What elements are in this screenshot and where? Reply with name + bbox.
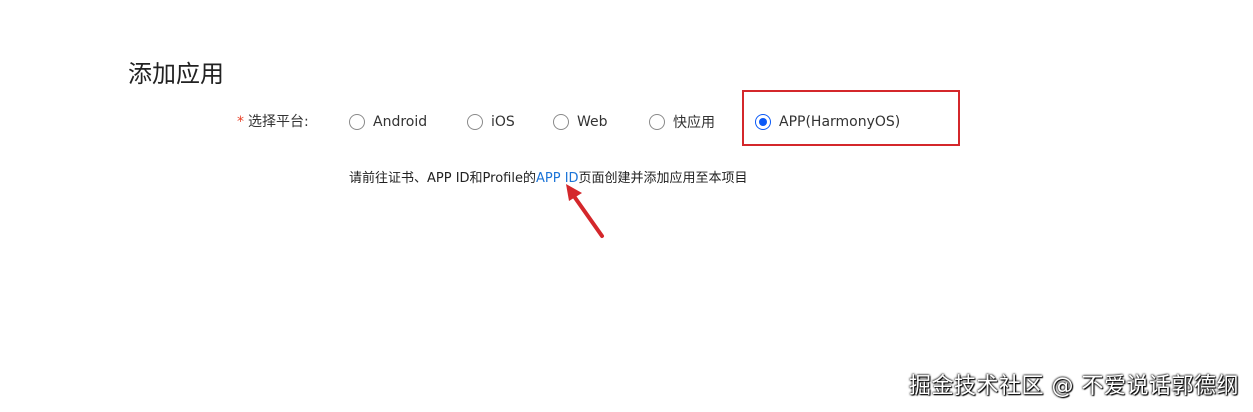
annotation-arrow-icon — [566, 184, 604, 238]
annotation-highlight-box — [742, 90, 960, 146]
radio-label: 快应用 — [673, 115, 715, 131]
radio-quickapp[interactable]: 快应用 — [649, 112, 715, 132]
radio-android[interactable]: Android — [349, 112, 427, 132]
radio-circle-icon — [649, 114, 665, 130]
platform-label: * 选择平台: — [237, 111, 309, 131]
watermark: 掘金技术社区 @ 不爱说话郭德纲 — [909, 374, 1239, 399]
radio-ios[interactable]: iOS — [467, 112, 515, 132]
radio-circle-icon — [349, 114, 365, 130]
radio-label: Web — [577, 114, 608, 130]
radio-label: Android — [373, 114, 428, 130]
radio-label: iOS — [491, 114, 515, 130]
radio-circle-icon — [467, 114, 483, 130]
required-mark: * — [237, 114, 244, 130]
hint-text: 请前往证书、APP ID和Profile的APP ID页面创建并添加应用至本项目 — [349, 167, 748, 186]
radio-web[interactable]: Web — [553, 112, 608, 132]
radio-circle-icon — [553, 114, 569, 130]
page-title: 添加应用 — [128, 60, 224, 88]
platform-label-text: 选择平台: — [248, 114, 309, 130]
hint-prefix: 请前往证书、APP ID和Profile的 — [349, 171, 536, 186]
